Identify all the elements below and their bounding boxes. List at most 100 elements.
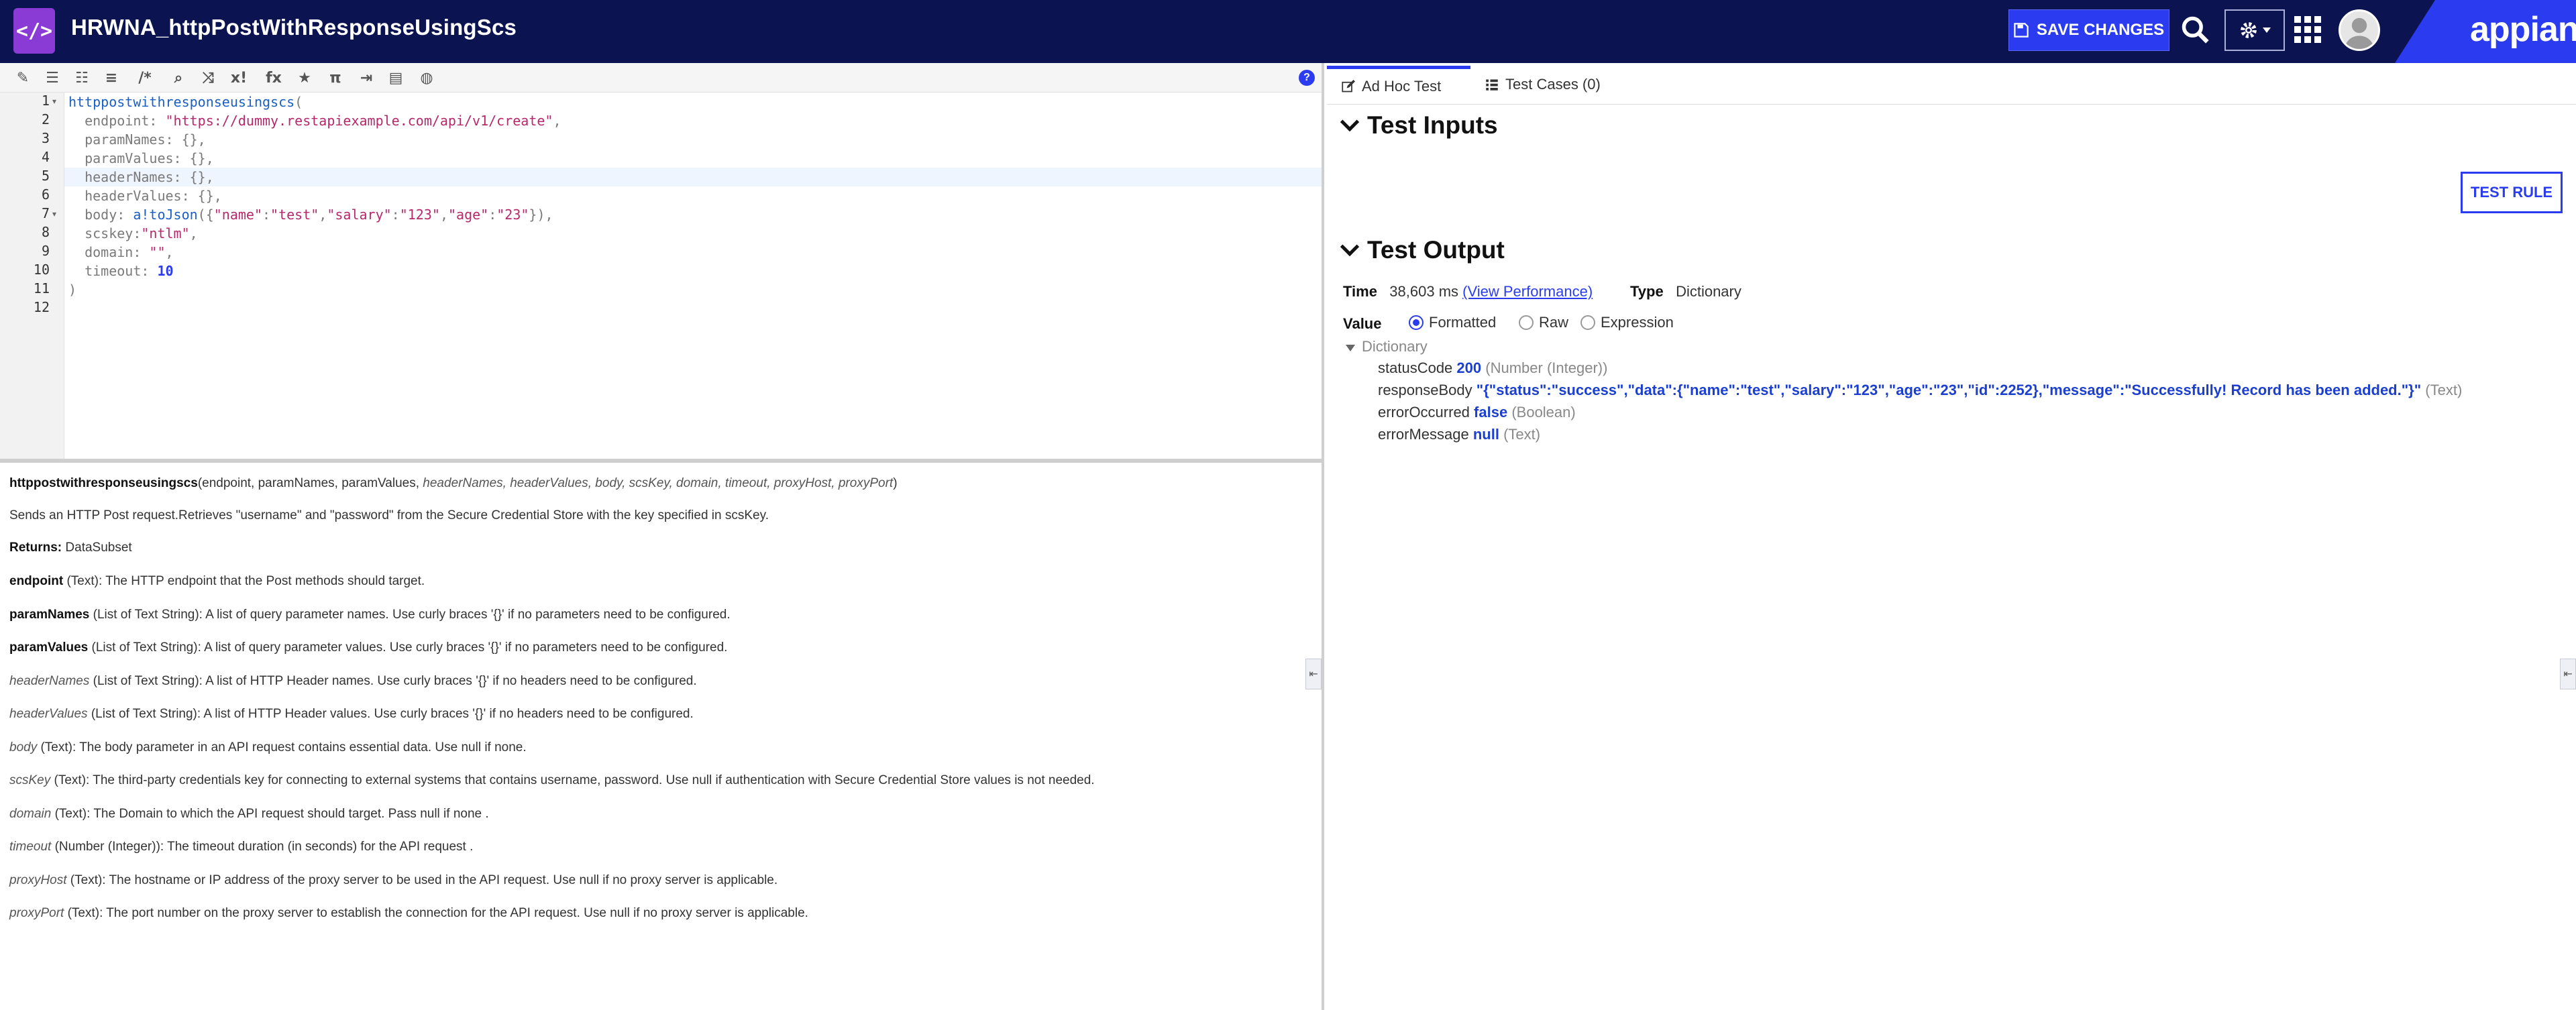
- apps-grid-icon[interactable]: [2294, 16, 2321, 43]
- list-icon: [1486, 79, 1498, 91]
- code-line: paramNames: {},: [68, 130, 206, 149]
- list-icon[interactable]: ≡: [102, 68, 121, 87]
- collapse-left-pane-handle[interactable]: ⇤: [1305, 659, 1322, 689]
- test-output-section-toggle[interactable]: Test Output: [1340, 236, 1505, 264]
- result-field-errorOccurred: errorOccurred false (Boolean): [1378, 404, 1576, 421]
- radio-expression-label: Expression: [1601, 314, 1674, 331]
- preview-icon[interactable]: ◍: [417, 68, 436, 87]
- param-doc-proxyHost: proxyHost (Text): The hostname or IP add…: [9, 873, 777, 888]
- value-label: Value: [1343, 315, 1382, 332]
- code-token: body:: [68, 207, 133, 223]
- signature-function-name: httppostwithresponseusingscs: [9, 476, 198, 490]
- code-token: "name": [213, 207, 262, 223]
- param-name: timeout: [9, 840, 52, 854]
- search-icon[interactable]: [2180, 15, 2214, 48]
- param-name: headerNames: [9, 673, 90, 688]
- chevron-down-icon: [2263, 27, 2271, 33]
- outdent-icon[interactable]: ☷: [72, 68, 91, 87]
- top-navigation-bar: </> HRWNA_httpPostWithResponseUsingScs S…: [0, 0, 2576, 63]
- comment-icon[interactable]: /*: [136, 68, 154, 87]
- line-number: 8: [41, 224, 50, 240]
- fold-toggle-icon[interactable]: ▾: [52, 209, 56, 219]
- code-line: headerNames: {},: [68, 168, 214, 186]
- param-doc-body: body (Text): The body parameter in an AP…: [9, 740, 527, 755]
- star-icon[interactable]: ★: [295, 68, 314, 87]
- code-token: ,: [319, 207, 327, 223]
- field-value: 200: [1456, 359, 1482, 376]
- line-number: 6: [41, 186, 50, 203]
- view-performance-link[interactable]: (View Performance): [1462, 283, 1593, 300]
- param-doc-paramValues: paramValues (List of Text String): A lis…: [9, 640, 727, 655]
- test-pane: Ad Hoc Test Test Cases (0) Test Inputs T…: [1327, 63, 2576, 1010]
- code-token: ,: [553, 113, 561, 129]
- param-name: proxyHost: [9, 873, 67, 887]
- code-token: "salary": [327, 207, 392, 223]
- radio-formatted[interactable]: Formatted: [1409, 314, 1496, 331]
- tab-ad-hoc-test-label: Ad Hoc Test: [1362, 77, 1442, 95]
- test-inputs-section-toggle[interactable]: Test Inputs: [1340, 111, 1498, 139]
- template-icon[interactable]: ▤: [386, 68, 405, 87]
- test-inputs-title: Test Inputs: [1367, 111, 1498, 139]
- save-changes-button[interactable]: SAVE CHANGES: [2008, 9, 2169, 51]
- param-doc-timeout: timeout (Number (Integer)): The timeout …: [9, 840, 473, 854]
- test-rule-button[interactable]: TEST RULE: [2461, 172, 2563, 213]
- collapse-right-pane-handle[interactable]: ⇤: [2560, 659, 2576, 689]
- param-description: (Text): The third-party credentials key …: [50, 773, 1095, 787]
- code-line: domain: "",: [68, 243, 173, 262]
- code-token: ({: [197, 207, 214, 223]
- param-name: endpoint: [9, 574, 64, 588]
- tab-test-cases[interactable]: Test Cases (0): [1470, 66, 1615, 103]
- tab-ad-hoc-test[interactable]: Ad Hoc Test: [1327, 66, 1470, 103]
- result-type: Type Dictionary: [1630, 283, 1741, 300]
- time-value: 38,603 ms: [1389, 283, 1459, 300]
- search-icon[interactable]: ⌕: [169, 68, 188, 87]
- field-value: null: [1472, 426, 1499, 443]
- wand-icon[interactable]: ✎: [13, 68, 32, 87]
- pi-icon[interactable]: π: [326, 68, 345, 87]
- code-token: :: [488, 207, 497, 223]
- param-description: (List of Text String): A list of query p…: [88, 640, 728, 655]
- time-label: Time: [1343, 283, 1377, 300]
- param-description: (Text): The body parameter in an API req…: [37, 740, 527, 754]
- export-icon[interactable]: ⇥: [357, 68, 376, 87]
- tree-root-dictionary[interactable]: Dictionary: [1346, 338, 1428, 355]
- param-doc-scsKey: scsKey (Text): The third-party credentia…: [9, 773, 1095, 788]
- radio-expression[interactable]: Expression: [1580, 314, 1674, 331]
- fold-toggle-icon[interactable]: ▾: [52, 97, 56, 106]
- code-token: paramValues: {},: [68, 150, 214, 166]
- line-number-gutter: 1 2 3 4 5 6 7 8 9 10 11 12 ▾ ▾: [0, 93, 64, 459]
- chevron-down-icon: [1340, 112, 1360, 132]
- field-key: errorOccurred: [1378, 404, 1470, 420]
- code-editor[interactable]: httppostwithresponseusingscs( endpoint: …: [64, 93, 1322, 459]
- field-value: "{"status":"success","data":{"name":"tes…: [1476, 382, 2422, 398]
- code-line: scskey:"ntlm",: [68, 224, 198, 243]
- variable-icon[interactable]: x!: [229, 68, 248, 87]
- function-icon[interactable]: fx: [264, 68, 283, 87]
- signature-close: ): [893, 476, 898, 490]
- appian-logo: appian: [2470, 10, 2576, 49]
- type-label: Type: [1630, 283, 1664, 300]
- save-changes-label: SAVE CHANGES: [2036, 21, 2165, 39]
- tab-test-cases-label: Test Cases (0): [1505, 76, 1601, 93]
- code-line: headerValues: {},: [68, 186, 222, 205]
- signature-params: (endpoint, paramNames, paramValues,: [197, 476, 423, 490]
- code-token: headerValues: {},: [68, 188, 222, 204]
- line-number: 11: [33, 280, 50, 296]
- radio-raw-label: Raw: [1539, 314, 1569, 331]
- code-token: domain:: [68, 244, 150, 260]
- line-number: 1: [41, 93, 50, 109]
- param-description: (Number (Integer)): The timeout duration…: [51, 840, 474, 854]
- param-name: scsKey: [9, 773, 51, 787]
- result-field-responseBody: responseBody "{"status":"success","data"…: [1378, 382, 2462, 399]
- shuffle-icon[interactable]: ⤨: [199, 68, 217, 87]
- code-line: endpoint: "https://dummy.restapiexample.…: [68, 111, 561, 130]
- radio-raw[interactable]: Raw: [1519, 314, 1568, 331]
- type-value: Dictionary: [1676, 283, 1741, 300]
- code-line: paramValues: {},: [68, 149, 214, 168]
- user-avatar[interactable]: [2339, 9, 2380, 51]
- pane-splitter[interactable]: [0, 459, 1322, 463]
- indent-icon[interactable]: ☰: [43, 68, 62, 87]
- settings-menu-button[interactable]: [2224, 9, 2285, 51]
- help-icon[interactable]: ?: [1299, 70, 1315, 86]
- param-doc-headerValues: headerValues (List of Text String): A li…: [9, 707, 694, 722]
